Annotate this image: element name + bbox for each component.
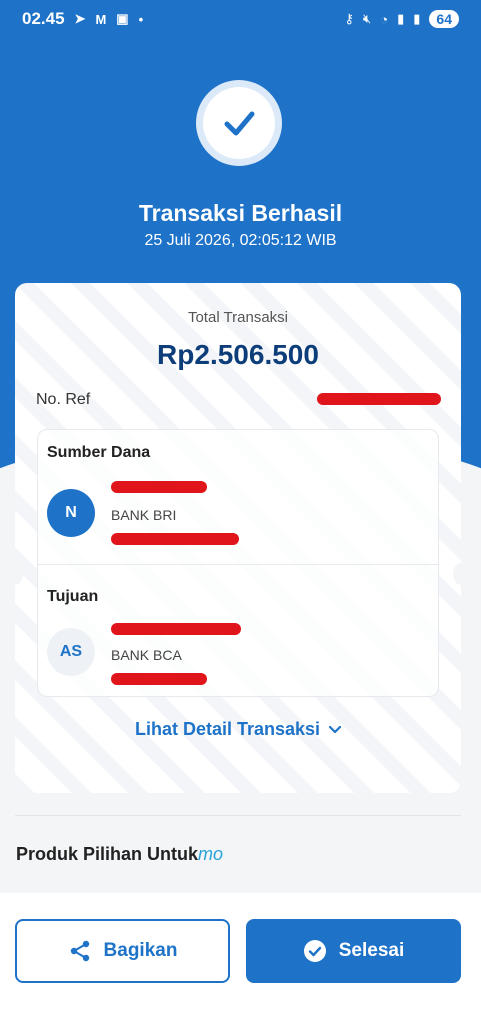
- mute-icon: 🔇︎: [363, 11, 372, 26]
- receipt-card: Total Transaksi Rp2.506.500 No. Ref Sumb…: [15, 283, 461, 793]
- dot-icon: •: [138, 11, 144, 27]
- destination-bank: BANK BCA: [111, 647, 182, 663]
- share-icon: [70, 940, 89, 962]
- chevron-down-icon: [328, 725, 342, 734]
- signal-icon: ▮: [397, 11, 405, 26]
- done-label: Selesai: [338, 940, 405, 961]
- share-label: Bagikan: [103, 940, 178, 961]
- share-button[interactable]: Bagikan: [15, 919, 230, 983]
- destination-section-title: Tujuan: [47, 588, 99, 605]
- bottom-action-bar: Bagikan Selesai: [0, 893, 481, 1017]
- source-bank: BANK BRI: [111, 507, 177, 523]
- source-section-title: Sumber Dana: [47, 444, 151, 461]
- total-label: Total Transaksi: [187, 309, 289, 326]
- key-icon: ⚷: [344, 11, 355, 26]
- section-separator: [15, 815, 461, 816]
- status-time: 02.45: [22, 9, 65, 28]
- bri-app-icon: ▣: [116, 11, 129, 26]
- total-amount: Rp2.506.500: [157, 339, 319, 370]
- transfer-parties-box: Sumber Dana N BANK BRI Tujuan AS BANK BC…: [37, 429, 439, 697]
- brand-mo-logo: mo: [198, 844, 224, 864]
- wifi-icon: ◔: [380, 11, 389, 27]
- view-detail-link[interactable]: Lihat Detail Transaksi: [15, 719, 461, 740]
- success-badge: [196, 80, 282, 166]
- nav-arrow-icon: ➤: [74, 11, 86, 26]
- ref-label: No. Ref: [36, 391, 91, 408]
- recommended-products-title: Produk Pilihan Untukmo: [16, 844, 223, 865]
- transaction-datetime: 25 Juli 2026, 02:05:12 WIB: [144, 232, 337, 249]
- page-title: Transaksi Berhasil: [138, 200, 343, 226]
- section-divider: [38, 564, 438, 565]
- view-detail-label: Lihat Detail Transaksi: [134, 719, 321, 739]
- destination-account-redacted: [111, 673, 207, 685]
- done-button[interactable]: Selesai: [246, 919, 461, 983]
- check-icon: [224, 111, 255, 136]
- source-name-redacted: [111, 481, 207, 493]
- recommended-products-label: Produk Pilihan Untuk: [16, 844, 199, 864]
- source-account-redacted: [111, 533, 239, 545]
- destination-name-redacted: [111, 623, 241, 635]
- source-avatar: N: [47, 489, 95, 537]
- gmail-icon: M: [95, 11, 107, 27]
- signal-icon: ▮: [413, 11, 421, 26]
- battery-indicator: 64: [429, 10, 459, 28]
- status-bar: 02.45 ➤ M ▣ • ⚷ 🔇︎ ◔ ▮ ▮ 64: [0, 0, 481, 38]
- ref-number-redacted: [317, 393, 441, 405]
- destination-avatar: AS: [47, 628, 95, 676]
- check-circle-icon: [303, 940, 326, 962]
